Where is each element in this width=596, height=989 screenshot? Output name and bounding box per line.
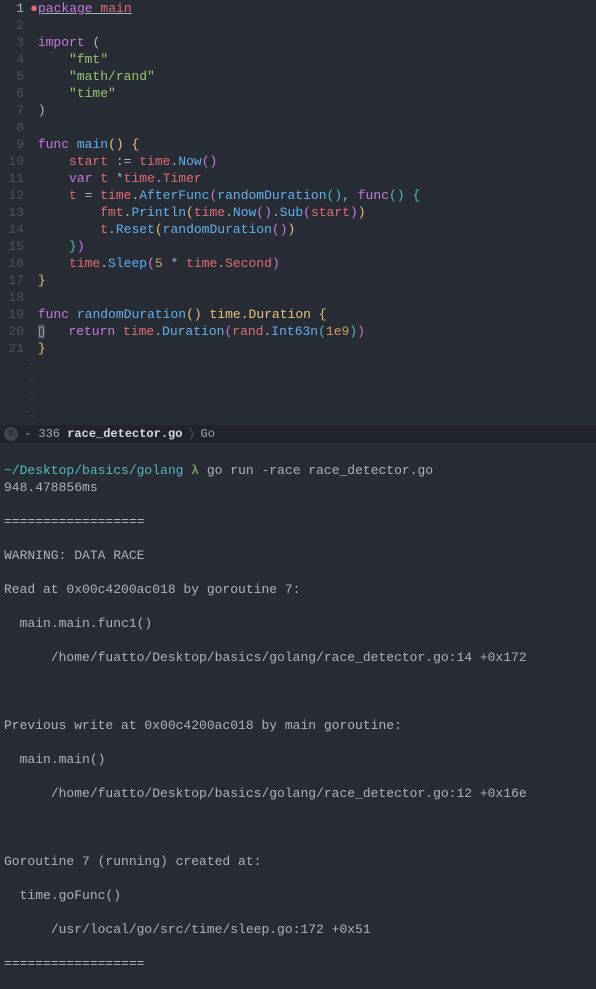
code-line: 21 } [0, 340, 596, 357]
terminal-path: ~/Desktop/basics/golang [4, 463, 183, 478]
code-line: 5 "math/rand" [0, 68, 596, 85]
code-line: 15 }) [0, 238, 596, 255]
code-line: 18 [0, 289, 596, 306]
code-line: 1●package main [0, 0, 596, 17]
line-number: 4 [0, 51, 30, 68]
code-line: 2 [0, 17, 596, 34]
line-number: 6 [0, 85, 30, 102]
line-number: 16 [0, 255, 30, 272]
empty-line-tilde: ~ [0, 408, 596, 425]
status-bar: ✕ - 336 race_detector.go ❭ Go [0, 425, 596, 443]
code-line: 19 func randomDuration() time.Duration { [0, 306, 596, 323]
code-line: 20 ▯ return time.Duration(rand.Int63n(1e… [0, 323, 596, 340]
code-line: 14 t.Reset(randomDuration()) [0, 221, 596, 238]
terminal-output: WARNING: DATA RACE [4, 547, 592, 564]
terminal-output: Goroutine 7 (running) created at: [4, 853, 592, 870]
empty-line-tilde: ~ [0, 374, 596, 391]
empty-line-tilde: ~ [0, 357, 596, 374]
code-line: 16 time.Sleep(5 * time.Second) [0, 255, 596, 272]
line-number: 11 [0, 170, 30, 187]
terminal-output: 948.478856ms [4, 479, 592, 496]
line-number: 14 [0, 221, 30, 238]
terminal-output: /home/fuatto/Desktop/basics/golang/race_… [4, 649, 592, 666]
code-line: 8 [0, 119, 596, 136]
terminal-output: ================== [4, 955, 592, 972]
line-number: 19 [0, 306, 30, 323]
line-number: 20 [0, 323, 30, 340]
terminal-output: time.goFunc() [4, 887, 592, 904]
line-number: 2 [0, 17, 30, 34]
line-number: 8 [0, 119, 30, 136]
terminal-output [4, 683, 592, 700]
terminal-panel[interactable]: ~/Desktop/basics/golang λ go run -race r… [0, 443, 596, 989]
code-line: 4 "fmt" [0, 51, 596, 68]
line-number: 9 [0, 136, 30, 153]
code-line: 9 func main() { [0, 136, 596, 153]
terminal-output: main.main.func1() [4, 615, 592, 632]
line-number: 21 [0, 340, 30, 357]
terminal-output: ================== [4, 513, 592, 530]
error-icon[interactable]: ✕ [4, 427, 18, 441]
line-number: 17 [0, 272, 30, 289]
code-line: 13 fmt.Println(time.Now().Sub(start)) [0, 204, 596, 221]
line-number: 12 [0, 187, 30, 204]
line-number: 1 [0, 0, 30, 17]
code-editor[interactable]: 1●package main 2 3 import ( 4 "fmt" 5 "m… [0, 0, 596, 425]
line-number: 10 [0, 153, 30, 170]
status-lang: Go [201, 426, 215, 443]
terminal-output: main.main() [4, 751, 592, 768]
line-number: 18 [0, 289, 30, 306]
terminal-prompt: λ [191, 463, 199, 478]
line-number: 5 [0, 68, 30, 85]
cursor: ▯ [38, 324, 45, 339]
terminal-output: Previous write at 0x00c4200ac018 by main… [4, 717, 592, 734]
code-line: 6 "time" [0, 85, 596, 102]
terminal-command: go run -race race_detector.go [207, 463, 433, 478]
line-number: 13 [0, 204, 30, 221]
code-line: 12 t = time.AfterFunc(randomDuration(), … [0, 187, 596, 204]
terminal-output: Read at 0x00c4200ac018 by goroutine 7: [4, 581, 592, 598]
code-line: 3 import ( [0, 34, 596, 51]
code-line: 10 start := time.Now() [0, 153, 596, 170]
code-line: 11 var t *time.Timer [0, 170, 596, 187]
terminal-output: /usr/local/go/src/time/sleep.go:172 +0x5… [4, 921, 592, 938]
line-number: 15 [0, 238, 30, 255]
line-number: 7 [0, 102, 30, 119]
terminal-output: /home/fuatto/Desktop/basics/golang/race_… [4, 785, 592, 802]
code-line: 17 } [0, 272, 596, 289]
code-line: 7 ) [0, 102, 596, 119]
status-dash: - [24, 426, 31, 443]
empty-line-tilde: ~ [0, 391, 596, 408]
line-number: 3 [0, 34, 30, 51]
separator-icon: ❭ [186, 426, 196, 443]
status-lineno: 336 [38, 426, 60, 443]
modified-icon: ● [30, 0, 38, 17]
terminal-output [4, 819, 592, 836]
status-file[interactable]: race_detector.go [67, 426, 182, 443]
